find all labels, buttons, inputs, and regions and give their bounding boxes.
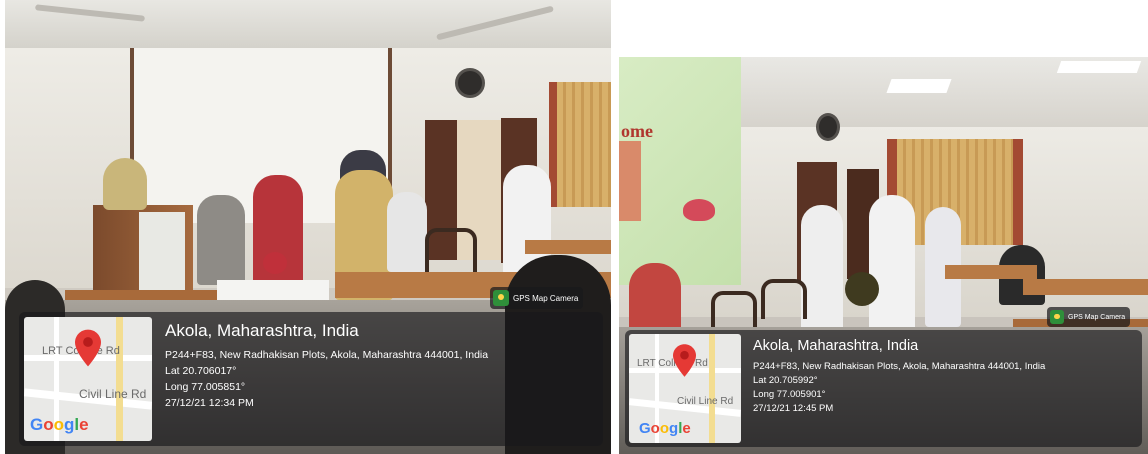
- gps-map-camera-badge: GPS Map Camera: [1047, 307, 1131, 327]
- ceiling-light: [886, 79, 952, 93]
- wall-clock: [455, 68, 485, 98]
- location-info: Akola, Maharashtra, India P244+F83, New …: [165, 317, 488, 409]
- map-thumbnail: LRT College Rd Civil Line Rd Google: [629, 334, 741, 443]
- map-thumbnail: LRT College Rd Civil Line Rd Google: [24, 317, 152, 441]
- map-road-label: Civil Line Rd: [79, 387, 147, 401]
- gps-badge-label: GPS Map Camera: [1068, 313, 1126, 321]
- slide-text: ome: [621, 121, 653, 141]
- slide-photo: [619, 141, 641, 221]
- longitude: Long 77.005901°: [753, 389, 826, 400]
- datetime: 27/12/21 12:45 PM: [753, 403, 834, 414]
- person-seated: [387, 192, 427, 272]
- gps-map-camera-badge: GPS Map Camera: [490, 287, 584, 309]
- gps-badge-label: GPS Map Camera: [513, 293, 579, 303]
- map-road: [709, 334, 715, 443]
- person-standing: [869, 195, 915, 345]
- ceiling: [5, 0, 611, 48]
- person-standing: [801, 205, 843, 345]
- location-overlay: LRT College Rd Civil Line Rd Google Akol…: [625, 330, 1142, 447]
- map-road: [116, 317, 123, 441]
- latitude: Lat 20.706017°: [165, 365, 237, 377]
- map-pin-icon: [673, 344, 696, 377]
- location-info: Akola, Maharashtra, India P244+F83, New …: [753, 334, 1045, 414]
- slide-graphic: [683, 199, 715, 221]
- podium-panel: [139, 212, 185, 290]
- latitude: Lat 20.705992°: [753, 375, 818, 386]
- flower-vase: [263, 252, 287, 274]
- location-overlay: LRT College Rd Civil Line Rd Google Akol…: [19, 312, 603, 446]
- gps-map-camera-icon: [1050, 310, 1064, 324]
- address: P244+F83, New Radhakisan Plots, Akola, M…: [165, 349, 489, 361]
- place-name: Akola, Maharashtra, India: [165, 321, 359, 340]
- desk: [1023, 279, 1148, 295]
- person-speaker: [103, 158, 147, 210]
- map-pin-icon: [75, 329, 101, 367]
- chair: [425, 228, 477, 274]
- photo-left: GPS Map Camera LRT College Rd Civil Line…: [5, 0, 611, 454]
- chair: [711, 291, 757, 331]
- map-road-label: Civil Line Rd: [677, 396, 734, 407]
- google-logo: Google: [639, 420, 691, 437]
- person-seated: [197, 195, 245, 285]
- datetime: 27/12/21 12:34 PM: [165, 397, 254, 409]
- place-name: Akola, Maharashtra, India: [753, 338, 919, 354]
- wall-clock: [816, 113, 840, 141]
- address: P244+F83, New Radhakisan Plots, Akola, M…: [753, 361, 1046, 372]
- flower-bouquet: [845, 272, 879, 306]
- person-seated: [629, 263, 681, 333]
- curtain: [549, 82, 611, 207]
- ceiling-light: [1056, 61, 1142, 73]
- google-logo: Google: [30, 415, 89, 434]
- desk: [525, 240, 611, 254]
- desk: [945, 265, 1037, 279]
- longitude: Long 77.005851°: [165, 381, 246, 393]
- photo-right: ome GPS Map Camera LRT College Rd Civil …: [619, 57, 1148, 454]
- gps-map-camera-icon: [493, 290, 509, 306]
- chair: [761, 279, 807, 319]
